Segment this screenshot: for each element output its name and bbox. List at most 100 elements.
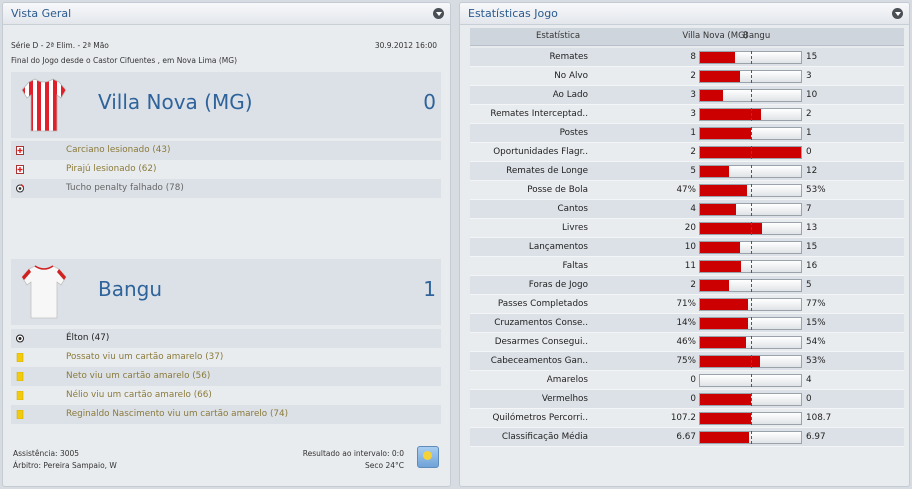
stat-label: Lançamentos: [528, 242, 588, 252]
stat-label: Ao Lado: [552, 90, 588, 100]
stat-row: Amarelos 0 4: [470, 371, 904, 390]
event-text[interactable]: Nélio viu um cartão amarelo (66): [66, 390, 212, 400]
stat-bar-midline: [750, 412, 752, 425]
stat-bar-midline: [750, 51, 752, 64]
event-text[interactable]: Pirajú lesionado (62): [66, 164, 156, 174]
stat-away-value: 4: [806, 375, 812, 385]
stat-bar-home-fill: [700, 318, 749, 329]
stat-bar-midline: [750, 431, 752, 444]
event-row: Nélio viu um cartão amarelo (66): [11, 386, 441, 405]
stat-bar-home-fill: [700, 166, 730, 177]
chevron-down-icon[interactable]: [892, 8, 903, 19]
home-events-list: Carciano lesionado (43) Pirajú lesionado …: [11, 141, 441, 198]
stat-away-value: 53%: [806, 356, 826, 366]
stat-away-value: 15: [806, 52, 818, 62]
stat-bar-home-fill: [700, 299, 749, 310]
stat-home-value: 3: [690, 90, 696, 100]
stat-bar-midline: [750, 127, 752, 140]
stat-bar-home-fill: [700, 90, 724, 101]
away-events-list: Élton (47) Possato viu um cartão amarelo …: [11, 329, 441, 424]
stat-home-value: 5: [690, 166, 696, 176]
stat-comparison-bar: [699, 89, 802, 102]
event-row: Élton (47): [11, 329, 441, 348]
stat-label: Remates de Longe: [506, 166, 588, 176]
stat-away-value: 54%: [806, 337, 826, 347]
stat-bar-midline: [750, 89, 752, 102]
stat-comparison-bar: [699, 70, 802, 83]
overview-panel-title: Vista Geral: [11, 7, 72, 20]
goal-icon: [16, 334, 24, 343]
stat-comparison-bar: [699, 431, 802, 444]
stat-row: Desarmes Consegui.. 46% 54%: [470, 333, 904, 352]
stat-home-value: 20: [684, 223, 696, 233]
stat-bar-midline: [750, 70, 752, 83]
stat-comparison-bar: [699, 184, 802, 197]
home-column-header[interactable]: Villa Nova (MG): [682, 31, 748, 41]
stat-bar-home-fill: [700, 185, 748, 196]
stat-away-value: 10: [806, 90, 818, 100]
stat-bar-midline: [750, 222, 752, 235]
chevron-down-icon[interactable]: [433, 8, 444, 19]
stat-bar-home-fill: [700, 242, 741, 253]
stat-bar-home-fill: [700, 71, 741, 82]
away-shirt-icon: [21, 265, 67, 319]
stat-home-value: 10: [684, 242, 696, 252]
stat-away-value: 15: [806, 242, 818, 252]
stat-bar-midline: [750, 165, 752, 178]
yellow-card-icon: [16, 353, 24, 362]
stat-home-value: 75%: [676, 356, 696, 366]
stat-bar-midline: [750, 336, 752, 349]
stat-row: Cruzamentos Conse.. 14% 15%: [470, 314, 904, 333]
stat-label: Faltas: [562, 261, 588, 271]
stat-home-value: 1: [690, 128, 696, 138]
stat-label: Desarmes Consegui..: [494, 337, 588, 347]
home-team-name[interactable]: Villa Nova (MG): [98, 90, 253, 114]
event-row: Reginaldo Nascimento viu um cartão amare…: [11, 405, 441, 424]
stat-row: Lançamentos 10 15: [470, 238, 904, 257]
stat-away-value: 0: [806, 394, 812, 404]
stat-bar-midline: [750, 184, 752, 197]
stat-bar-home-fill: [700, 109, 761, 120]
stat-label: Classificação Média: [501, 432, 588, 442]
event-text[interactable]: Élton (47): [66, 333, 109, 343]
stat-away-value: 7: [806, 204, 812, 214]
away-column-header[interactable]: Bangu: [743, 31, 770, 41]
match-date: 30.9.2012 16:00: [374, 41, 437, 50]
home-team-block: Villa Nova (MG) 0: [11, 72, 441, 138]
stat-bar-midline: [750, 279, 752, 292]
stat-comparison-bar: [699, 393, 802, 406]
stats-table: Remates 8 15 No Alvo 2 3 Ao Lado 3 10 Remates Int…: [470, 48, 904, 447]
event-text[interactable]: Reginaldo Nascimento viu um cartão amare…: [66, 409, 288, 419]
injury-icon: [16, 165, 24, 174]
stat-home-value: 6.67: [676, 432, 696, 442]
stat-row: Oportunidades Flagr.. 2 0: [470, 143, 904, 162]
stat-comparison-bar: [699, 146, 802, 159]
stat-away-value: 12: [806, 166, 818, 176]
event-row: Tucho penalty falhado (78): [11, 179, 441, 198]
stat-column-header[interactable]: Estatística: [536, 31, 580, 41]
stat-comparison-bar: [699, 317, 802, 330]
weather-label: Seco 24°C: [364, 461, 404, 470]
event-text[interactable]: Tucho penalty falhado (78): [66, 183, 184, 193]
event-row: Neto viu um cartão amarelo (56): [11, 367, 441, 386]
away-team-name[interactable]: Bangu: [98, 277, 162, 301]
injury-icon: [16, 146, 24, 155]
stat-home-value: 4: [690, 204, 696, 214]
event-text[interactable]: Carciano lesionado (43): [66, 145, 170, 155]
event-text[interactable]: Neto viu um cartão amarelo (56): [66, 371, 210, 381]
home-team-score: 0: [423, 90, 436, 114]
stat-comparison-bar: [699, 241, 802, 254]
yellow-card-icon: [16, 391, 24, 400]
away-team-block: Bangu 1: [11, 259, 441, 325]
stat-away-value: 1: [806, 128, 812, 138]
event-text[interactable]: Possato viu um cartão amarelo (37): [66, 352, 223, 362]
event-row: Pirajú lesionado (62): [11, 160, 441, 179]
stat-label: Cabeceamentos Gan..: [490, 356, 588, 366]
stat-row: Cabeceamentos Gan.. 75% 53%: [470, 352, 904, 371]
stat-comparison-bar: [699, 260, 802, 273]
yellow-card-icon: [16, 410, 24, 419]
stat-label: Livres: [562, 223, 588, 233]
stat-bar-home-fill: [700, 394, 751, 405]
stat-row: Remates 8 15: [470, 48, 904, 67]
stat-comparison-bar: [699, 108, 802, 121]
